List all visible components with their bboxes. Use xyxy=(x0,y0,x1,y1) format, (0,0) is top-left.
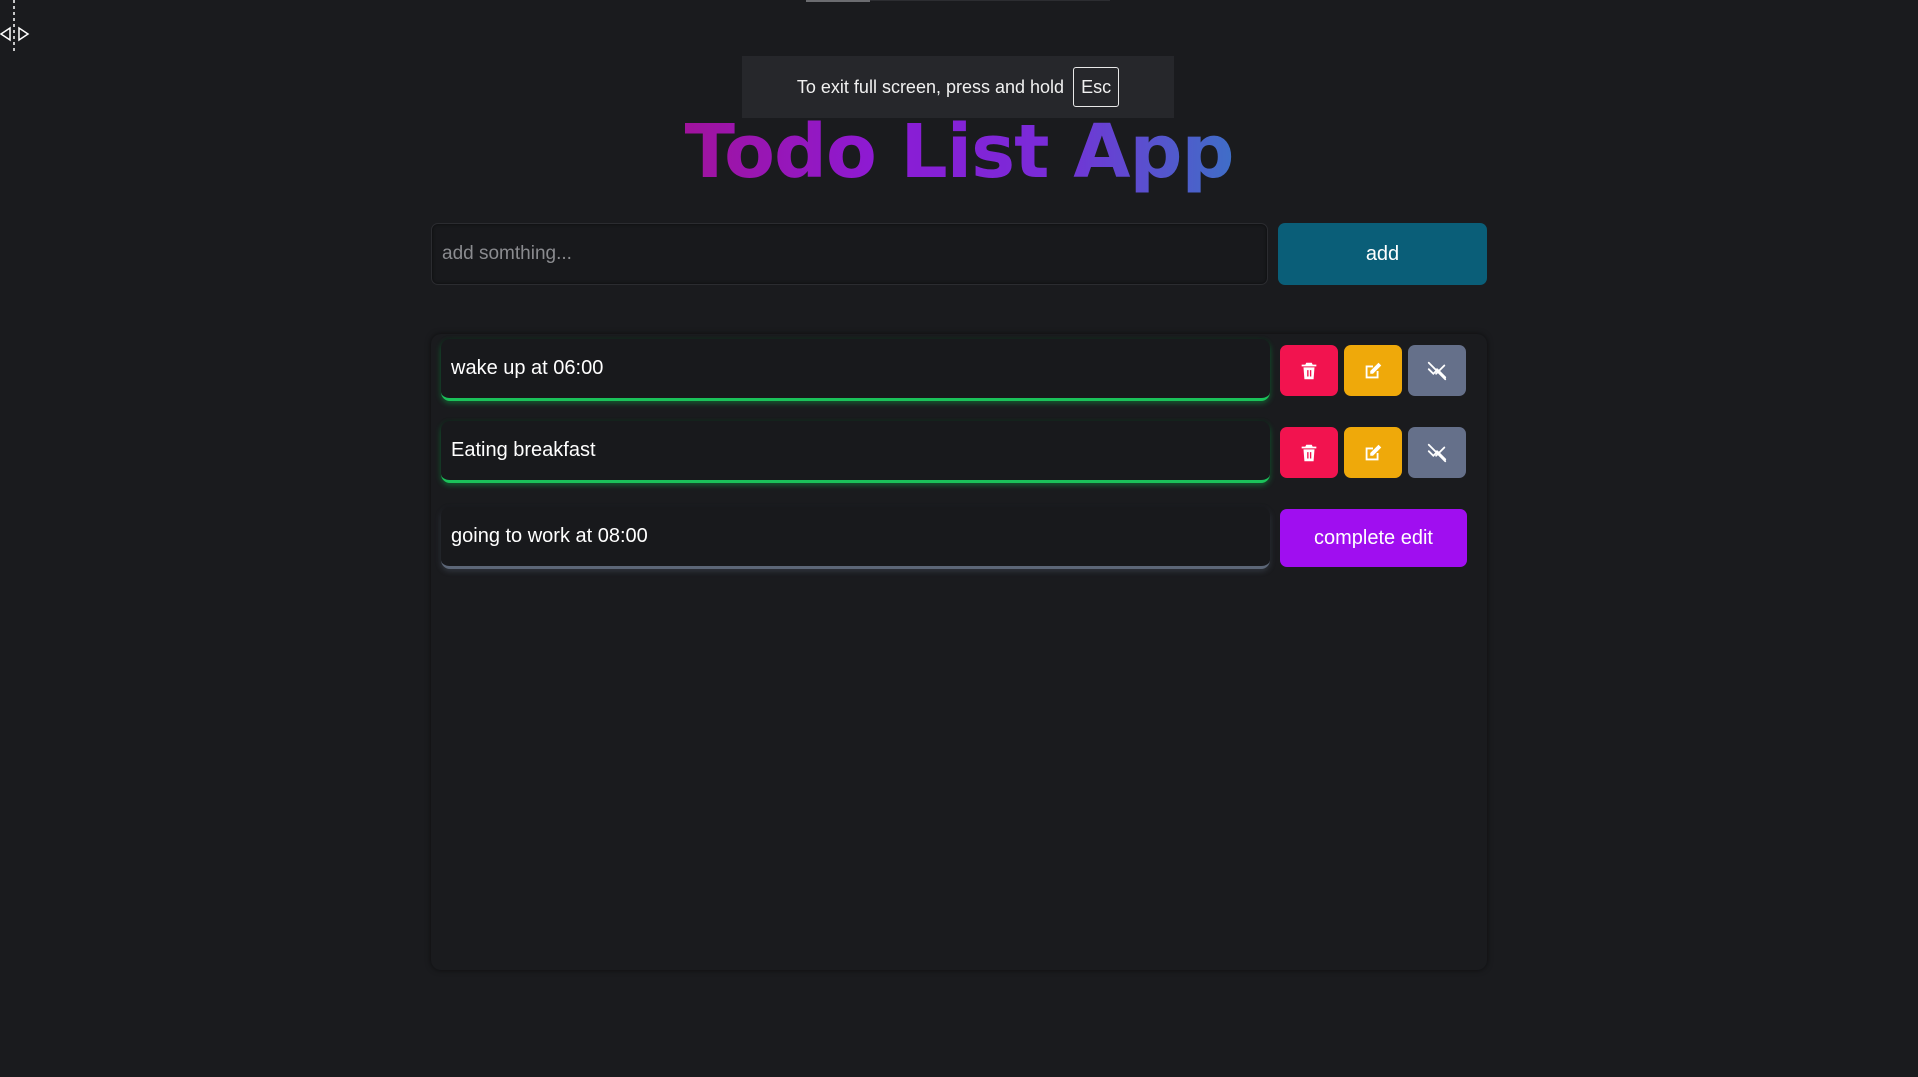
trash-icon xyxy=(1301,444,1317,461)
fullscreen-notice: To exit full screen, press and hold Esc xyxy=(742,56,1174,118)
edit-button[interactable] xyxy=(1344,345,1402,396)
undo-icon xyxy=(1427,443,1447,462)
top-indicator-segment xyxy=(806,0,870,2)
todo-item-text[interactable]: wake up at 06:00 xyxy=(441,339,1270,401)
add-button[interactable]: add xyxy=(1278,223,1487,285)
uncomplete-button[interactable] xyxy=(1408,345,1466,396)
add-todo-input[interactable] xyxy=(431,223,1268,285)
fullscreen-notice-text: To exit full screen, press and hold xyxy=(796,76,1065,97)
page-title-text: Todo List App xyxy=(684,109,1235,195)
edit-button[interactable] xyxy=(1344,427,1402,478)
delete-button[interactable] xyxy=(1280,345,1338,396)
browser-top-indicator xyxy=(806,0,1110,2)
uncomplete-button[interactable] xyxy=(1408,427,1466,478)
delete-button[interactable] xyxy=(1280,427,1338,478)
resize-cursor-icon xyxy=(0,0,30,54)
trash-icon xyxy=(1301,362,1317,379)
page-title: Todo List App xyxy=(0,104,1918,200)
edit-icon xyxy=(1365,444,1382,460)
esc-key-badge: Esc xyxy=(1073,67,1120,107)
undo-icon xyxy=(1427,361,1447,380)
edit-icon xyxy=(1365,362,1382,378)
todo-item-text[interactable]: Eating breakfast xyxy=(441,421,1270,483)
todo-edit-text[interactable]: going to work at 08:00 xyxy=(441,507,1270,569)
complete-edit-button[interactable]: complete edit xyxy=(1280,509,1467,567)
